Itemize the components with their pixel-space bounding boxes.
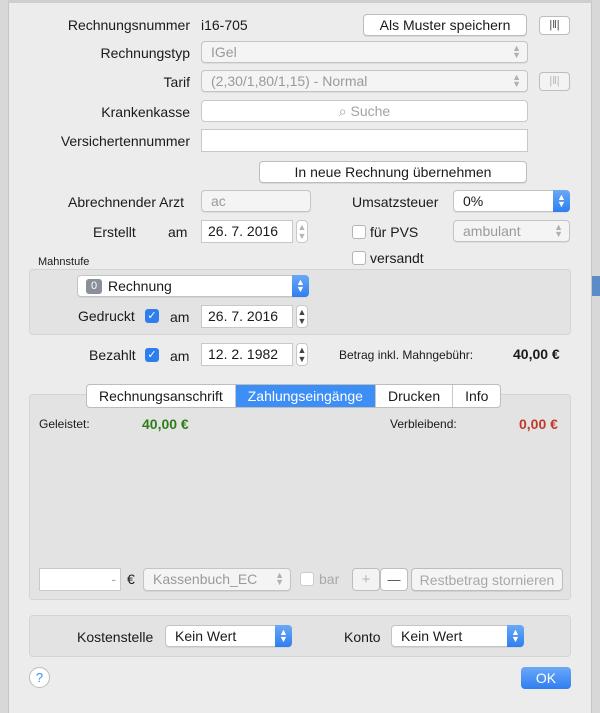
erstellt-date-stepper[interactable]: ▲ ▼ [296, 220, 308, 243]
tarif-select[interactable]: (2,30/1,80/1,15) - Normal ▲ ▼ [201, 70, 528, 92]
gedruckt-date-field[interactable]: 26. 7. 2016 [201, 305, 293, 328]
window-edge-left [0, 0, 9, 713]
mahnstufe-badge: 0 [86, 279, 102, 294]
rechnungstyp-select[interactable]: IGel ▲ ▼ [201, 41, 528, 63]
tab-bar: Rechnungsanschrift Zahlungseingänge Druc… [86, 384, 502, 408]
betrag-label: Betrag inkl. Mahngebühr: [339, 348, 474, 362]
betrag-value: 40,00 € [513, 346, 560, 362]
gedruckt-label: Gedruckt [78, 308, 135, 324]
geleistet-value: 40,00 € [142, 416, 189, 432]
verbleibend-value: 0,00 € [519, 416, 558, 432]
select-arrows-icon: ▲ ▼ [292, 275, 309, 297]
in-neue-rechnung-uebernehmen-button[interactable]: In neue Rechnung übernehmen [259, 161, 527, 183]
amount-input[interactable]: - [39, 568, 121, 591]
bar-label: bar [319, 571, 340, 587]
erstellt-label: Erstellt [93, 224, 136, 240]
bezahlt-checkbox[interactable]: ✓ [145, 348, 159, 362]
kostenstelle-select[interactable]: Kein Wert ▲ ▼ [165, 625, 292, 647]
abrechnender-arzt-label: Abrechnender Arzt [68, 194, 184, 210]
select-arrows-icon: ▲ ▼ [507, 625, 524, 647]
gedruckt-checkbox[interactable]: ✓ [145, 309, 159, 323]
bezahlt-date-field[interactable]: 12. 2. 1982 [201, 343, 293, 366]
select-arrows-icon: ▲ ▼ [275, 570, 284, 587]
fuer-pvs-checkbox[interactable] [352, 225, 366, 239]
als-muster-speichern-button[interactable]: Als Muster speichern [363, 14, 527, 36]
barcode-icon[interactable]: |‖| [539, 16, 570, 35]
verbleibend-label: Verbleibend: [390, 417, 457, 431]
ambulant-value: ambulant [463, 223, 521, 239]
mahnstufe-select[interactable]: 0 Rechnung ▲ ▼ [77, 275, 309, 297]
kassenbuch-value: Kassenbuch_EC [153, 571, 258, 587]
konto-value: Kein Wert [401, 628, 463, 644]
currency-label: € [127, 571, 135, 587]
versichertennummer-input[interactable] [201, 129, 528, 152]
tab-drucken[interactable]: Drucken [376, 385, 454, 407]
gedruckt-date-stepper[interactable]: ▲ ▼ [296, 305, 308, 328]
select-arrows-icon: ▲ ▼ [275, 625, 292, 647]
bezahlt-am-label: am [170, 348, 190, 364]
umsatzsteuer-label: Umsatzsteuer [352, 194, 439, 210]
rechnungstyp-label: Rechnungstyp [100, 45, 190, 61]
rechnungsnummer-value: i16-705 [201, 17, 248, 33]
mahnstufe-value: Rechnung [108, 278, 172, 294]
ambulant-select[interactable]: ambulant ▲ ▼ [453, 220, 570, 242]
add-payment-button[interactable]: + [352, 568, 380, 591]
remove-payment-button[interactable]: — [380, 568, 408, 591]
window-edge-right [591, 0, 600, 713]
window-edge-top [8, 0, 592, 3]
konto-select[interactable]: Kein Wert ▲ ▼ [391, 625, 524, 647]
help-icon[interactable]: ? [29, 667, 50, 688]
erstellt-date-field[interactable]: 26. 7. 2016 [201, 220, 293, 243]
versichertennummer-label: Versichertennummer [60, 133, 190, 149]
krankenkasse-placeholder: Suche [350, 103, 391, 119]
versandt-label: versandt [370, 250, 424, 266]
fuer-pvs-label: für PVS [370, 224, 419, 240]
select-arrows-icon: ▲ ▼ [512, 72, 521, 89]
tab-rechnungsanschrift[interactable]: Rechnungsanschrift [87, 385, 236, 407]
bezahlt-date-stepper[interactable]: ▲ ▼ [296, 343, 308, 366]
select-arrows-icon: ▲ ▼ [554, 222, 563, 239]
geleistet-label: Geleistet: [39, 417, 90, 431]
krankenkasse-label: Krankenkasse [101, 104, 190, 120]
tarif-label: Tarif [163, 74, 190, 90]
arzt-value: ac [211, 193, 226, 209]
umsatzsteuer-select[interactable]: 0% ▲ ▼ [453, 190, 570, 212]
rechnungstyp-value: IGel [211, 44, 237, 60]
restbetrag-stornieren-button[interactable]: Restbetrag stornieren [411, 568, 563, 591]
rechnungsnummer-label: Rechnungsnummer [67, 17, 190, 33]
umsatzsteuer-value: 0% [463, 193, 484, 209]
bezahlt-label: Bezahlt [89, 347, 136, 363]
tab-zahlungseingaenge[interactable]: Zahlungseingänge [235, 385, 376, 407]
tab-info[interactable]: Info [453, 385, 500, 407]
krankenkasse-search-input[interactable]: ⌕ Suche [201, 100, 528, 122]
mahnstufe-label: Mahnstufe [38, 256, 90, 268]
kostenstelle-value: Kein Wert [175, 628, 237, 644]
konto-label: Konto [344, 629, 381, 645]
gedruckt-am-label: am [170, 309, 190, 325]
ok-button[interactable]: OK [521, 667, 571, 689]
erstellt-am-label: am [168, 224, 188, 240]
bar-checkbox[interactable] [300, 572, 314, 586]
select-arrows-icon: ▲ ▼ [512, 43, 521, 60]
kostenstelle-label: Kostenstelle [77, 629, 154, 645]
search-icon: ⌕ [338, 103, 347, 119]
barcode-icon[interactable]: |‖| [539, 72, 570, 91]
versandt-checkbox[interactable] [352, 251, 366, 265]
arzt-select[interactable]: ac [201, 190, 311, 212]
tarif-value: (2,30/1,80/1,15) - Normal [211, 73, 368, 89]
kassenbuch-select[interactable]: Kassenbuch_EC ▲ ▼ [143, 568, 291, 591]
select-arrows-icon: ▲ ▼ [553, 190, 570, 212]
